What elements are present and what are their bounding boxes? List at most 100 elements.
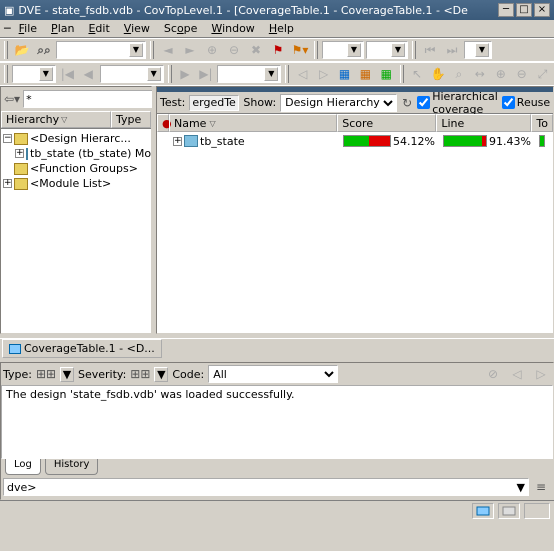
tab-log[interactable]: Log: [5, 459, 41, 475]
tab-history[interactable]: History: [45, 459, 99, 475]
col-toggle[interactable]: To: [531, 114, 553, 132]
status-icon-2[interactable]: [498, 503, 520, 519]
go-start-icon[interactable]: |◀: [58, 64, 77, 84]
console-output[interactable]: The design 'state_fsdb.vdb' was loaded s…: [1, 385, 553, 459]
coverage-row[interactable]: + tb_state 54.12% 91.43%: [157, 132, 553, 150]
play-fwd-icon[interactable]: ▶: [176, 64, 195, 84]
prompt-text: dve>: [7, 481, 36, 494]
col-bullet[interactable]: ●: [157, 114, 169, 132]
step-fwd-icon[interactable]: ⏭: [442, 40, 462, 60]
menu-window[interactable]: Window: [205, 21, 260, 36]
tree-node-design[interactable]: − <Design Hierarc...: [1, 131, 151, 146]
coverage-pane: Test: Show: Design Hierarchy ↻ Hierarchi…: [156, 86, 554, 334]
status-cell: [524, 503, 550, 519]
maximize-button[interactable]: □: [516, 3, 532, 17]
app-icon: ▣: [4, 4, 14, 17]
stop-icon[interactable]: ⊘: [483, 364, 503, 384]
type-filter-icon[interactable]: ⊞⊞: [36, 364, 56, 384]
zoom-out-icon[interactable]: ⊖: [224, 40, 244, 60]
panel-3-icon[interactable]: ▦: [377, 64, 396, 84]
tree-node-modlist[interactable]: + <Module List>: [1, 176, 151, 191]
show-select[interactable]: Design Hierarchy: [280, 94, 397, 112]
type-dd[interactable]: ▼: [60, 367, 74, 382]
panel-2-icon[interactable]: ▦: [356, 64, 375, 84]
delete-icon[interactable]: ✖: [246, 40, 266, 60]
severity-label: Severity:: [78, 368, 126, 381]
fit-icon[interactable]: ⤢: [533, 64, 552, 84]
command-input[interactable]: dve> ▼: [3, 478, 529, 496]
combo-a[interactable]: ▼: [322, 41, 364, 59]
menu-view[interactable]: View: [118, 21, 156, 36]
code-select[interactable]: All: [208, 365, 338, 383]
tree-node-tbstate[interactable]: + tb_state (tb_state) Module: [1, 146, 151, 161]
tree-header: Hierarchy▽ Type: [1, 111, 151, 129]
col-score[interactable]: Score: [337, 114, 436, 132]
combo-b[interactable]: ▼: [366, 41, 408, 59]
sev-dd[interactable]: ▼: [154, 367, 168, 382]
combo-c[interactable]: ▼: [464, 41, 492, 59]
line-value: 91.43%: [489, 135, 531, 148]
next-msg-icon[interactable]: ▷: [531, 364, 551, 384]
binoculars-icon[interactable]: ⌕⌕: [34, 40, 54, 60]
collapse-icon[interactable]: −: [3, 134, 12, 143]
folder-icon: [14, 178, 28, 190]
zoom-sel-icon[interactable]: ⌕: [449, 64, 468, 84]
hand-icon[interactable]: ✋: [429, 64, 448, 84]
coverage-body[interactable]: + tb_state 54.12% 91.43%: [157, 132, 553, 333]
zoom-in-icon[interactable]: ⊕: [202, 40, 222, 60]
cmd-menu-icon[interactable]: ≡: [531, 477, 551, 497]
menu-file[interactable]: FFileile: [13, 21, 43, 36]
menu-help[interactable]: Help: [263, 21, 300, 36]
marker-prev-icon[interactable]: ◁: [293, 64, 312, 84]
minimize-button[interactable]: ─: [498, 3, 514, 17]
menu-plan[interactable]: Plan: [45, 21, 80, 36]
nav-up-icon[interactable]: ⇦▾: [3, 89, 21, 109]
cursor-icon[interactable]: ↖: [408, 64, 427, 84]
expand-icon[interactable]: +: [3, 179, 12, 188]
menu-edit[interactable]: Edit: [82, 21, 115, 36]
hierarchy-pane: ⇦▾ ▼ ⊞⊞ ▾ Hierarchy▽ Type − <Design Hier…: [0, 86, 152, 334]
expand-icon[interactable]: +: [15, 149, 24, 158]
console-pane: Type: ⊞⊞ ▼ Severity: ⊞⊞ ▼ Code: All ⊘ ◁ …: [0, 362, 554, 500]
col-hierarchy[interactable]: Hierarchy▽: [1, 111, 111, 128]
search-combo[interactable]: ▼: [56, 41, 146, 59]
close-button[interactable]: ×: [534, 3, 550, 17]
col-line[interactable]: Line: [436, 114, 531, 132]
open-icon[interactable]: 📂: [12, 40, 32, 60]
hier-checkbox[interactable]: Hierarchical coverage: [417, 90, 498, 116]
step-back-icon[interactable]: ⏮: [420, 40, 440, 60]
combo-e[interactable]: ▼: [217, 65, 281, 83]
type-label: Type:: [3, 368, 32, 381]
prev-msg-icon[interactable]: ◁: [507, 364, 527, 384]
time-combo[interactable]: ▼: [100, 65, 164, 83]
command-prompt-row: dve> ▼ ≡: [1, 475, 553, 499]
status-icon-1[interactable]: [472, 503, 494, 519]
flag-orange-icon[interactable]: ⚑▾: [290, 40, 310, 60]
test-field[interactable]: [189, 95, 239, 111]
combo-d[interactable]: ▼: [12, 65, 56, 83]
flag-red-icon[interactable]: ⚑: [268, 40, 288, 60]
expand-icon[interactable]: +: [173, 137, 182, 146]
hierarchy-tree[interactable]: − <Design Hierarc... + tb_state (tb_stat…: [1, 129, 151, 333]
tog-bar: [539, 135, 545, 147]
tab-coveragetable[interactable]: CoverageTable.1 - <D...: [2, 339, 162, 358]
ruler-icon[interactable]: ↔: [470, 64, 489, 84]
zoom-plus-icon[interactable]: ⊕: [491, 64, 510, 84]
tree-node-funcgroups[interactable]: <Function Groups>: [1, 161, 151, 176]
nav-fwd-icon[interactable]: ►: [180, 40, 200, 60]
play-back-icon[interactable]: ◀: [79, 64, 98, 84]
menu-scope[interactable]: Scope: [158, 21, 204, 36]
sev-filter-icon[interactable]: ⊞⊞: [130, 364, 150, 384]
refresh-icon[interactable]: ↻: [401, 93, 413, 113]
module-icon: [26, 148, 28, 160]
go-end-icon[interactable]: ▶|: [196, 64, 215, 84]
panel-1-icon[interactable]: ▦: [335, 64, 354, 84]
toolbar-grip[interactable]: [4, 41, 8, 59]
marker-next-icon[interactable]: ▷: [314, 64, 333, 84]
col-name[interactable]: Name▽: [169, 114, 337, 132]
nav-back-icon[interactable]: ◄: [158, 40, 178, 60]
reuse-checkbox[interactable]: Reuse: [502, 96, 550, 109]
zoom-minus-icon[interactable]: ⊖: [512, 64, 531, 84]
col-type[interactable]: Type: [111, 111, 151, 128]
score-value: 54.12%: [393, 135, 435, 148]
